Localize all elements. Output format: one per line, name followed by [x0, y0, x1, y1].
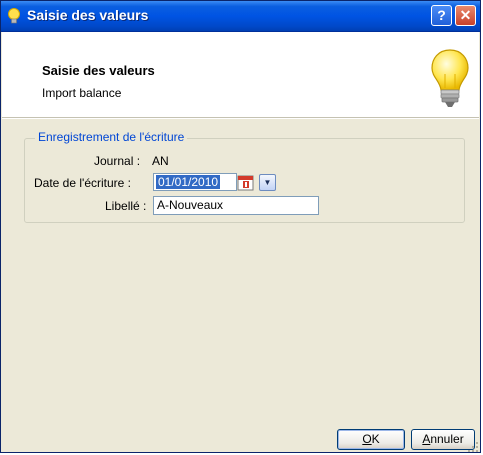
cancel-label: nnuler — [430, 432, 464, 446]
ok-mnemonic: O — [362, 432, 372, 446]
window-title: Saisie des valeurs — [27, 7, 149, 23]
title-bar[interactable]: Saisie des valeurs ? ✕ — [1, 1, 480, 32]
help-button[interactable]: ? — [431, 5, 452, 26]
journal-value: AN — [152, 154, 169, 168]
lightbulb-large-icon — [431, 49, 469, 107]
date-field[interactable]: 01/01/2010 — [153, 173, 237, 191]
libelle-field[interactable]: A-Nouveaux — [153, 196, 319, 215]
header-panel: Saisie des valeurs Import balance — [2, 32, 479, 118]
header-subtitle: Import balance — [42, 86, 122, 100]
cancel-button[interactable]: Annuler — [411, 429, 475, 450]
ok-button[interactable]: OK — [337, 429, 405, 450]
date-label: Date de l'écriture : — [34, 176, 132, 190]
lightbulb-icon — [8, 8, 20, 24]
date-dropdown-button[interactable]: ▼ — [259, 174, 276, 191]
resize-grip-icon[interactable] — [467, 441, 479, 453]
date-value: 01/01/2010 — [156, 175, 221, 189]
chevron-down-icon: ▼ — [263, 178, 272, 187]
calendar-icon[interactable] — [237, 174, 255, 191]
close-icon: ✕ — [459, 7, 472, 23]
dialog-window: Saisie des valeurs ? ✕ Saisie des valeur… — [0, 0, 481, 453]
header-title: Saisie des valeurs — [42, 63, 155, 78]
group-legend: Enregistrement de l'écriture — [35, 130, 188, 144]
header-separator — [2, 118, 479, 119]
journal-label: Journal : — [94, 154, 141, 168]
ok-label: K — [371, 432, 380, 446]
libelle-label: Libellé : — [105, 199, 147, 213]
close-button[interactable]: ✕ — [455, 5, 476, 26]
